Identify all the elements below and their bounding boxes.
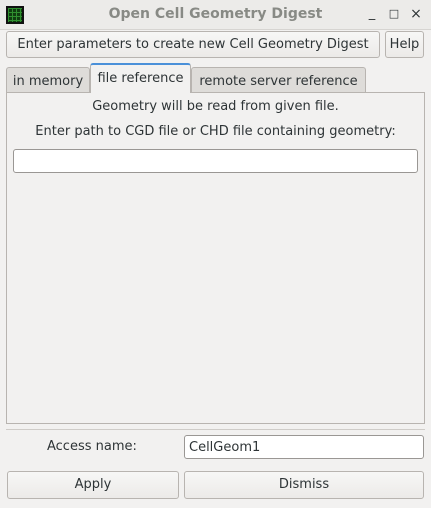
apply-button[interactable]: Apply [7,471,179,499]
access-name-input[interactable] [184,435,424,459]
title-bar: Open Cell Geometry Digest _ □ × [0,0,431,30]
dismiss-button[interactable]: Dismiss [184,471,424,499]
file-reference-panel: Geometry will be read from given file. E… [6,92,425,424]
tab-file-reference[interactable]: file reference [90,63,191,93]
close-icon[interactable]: × [407,5,425,23]
separator [6,429,425,430]
access-name-label: Access name: [47,439,137,454]
minimize-icon[interactable]: _ [363,5,381,23]
maximize-icon[interactable]: □ [385,5,403,23]
info-text: Geometry will be read from given file. [92,99,339,114]
prompt-button[interactable]: Enter parameters to create new Cell Geom… [6,31,380,58]
path-input[interactable] [13,149,418,173]
path-prompt-label: Enter path to CGD file or CHD file conta… [35,124,396,139]
help-button[interactable]: Help [385,31,424,58]
